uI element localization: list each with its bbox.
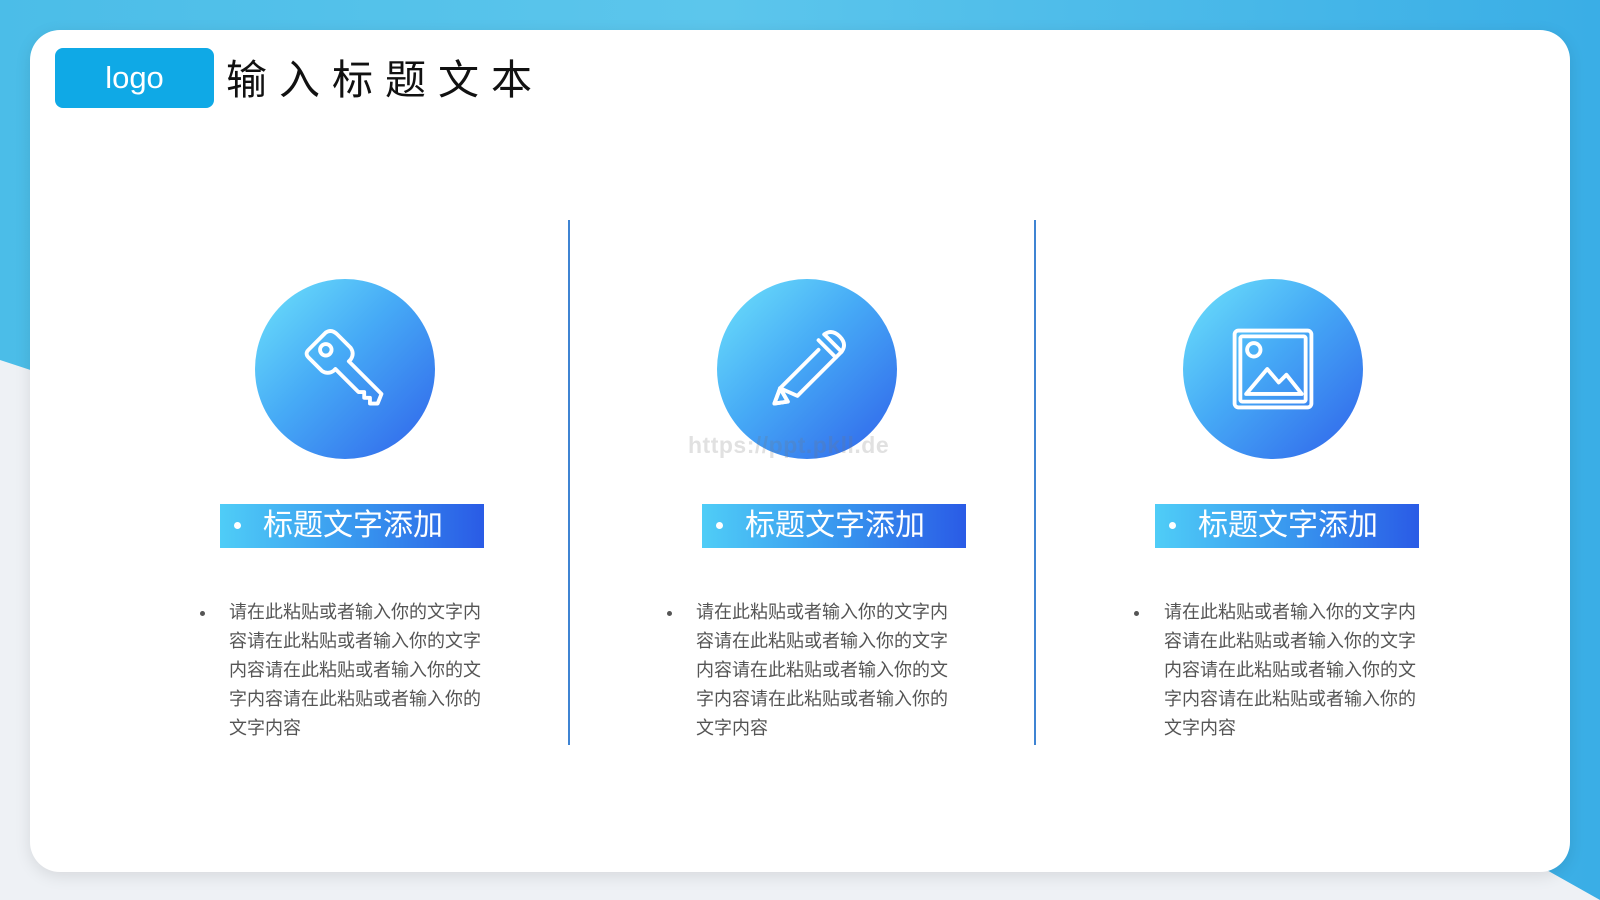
image-icon [1232, 328, 1314, 410]
key-icon [304, 329, 384, 406]
tag-label: 标题文字添加 [1198, 508, 1378, 543]
body-text-2: 请在此粘贴或者输入你的文字内容请在此粘贴或者输入你的文字内容请在此粘贴或者输入你… [696, 602, 948, 739]
page-title: 输入标题文本 [226, 56, 544, 104]
body-bullet-dot [200, 611, 205, 616]
tag-bullet-dot [234, 522, 241, 529]
tag-bullet-dot [716, 522, 723, 529]
logo-text: logo [105, 60, 164, 95]
tag-title-3: 标题文字添加 [1155, 504, 1419, 548]
body-bullet-dot [1134, 611, 1139, 616]
tag-title-2: 标题文字添加 [702, 504, 966, 548]
image-icon-circle [1183, 279, 1363, 459]
key-icon-circle [255, 279, 435, 459]
body-text-1: 请在此粘贴或者输入你的文字内容请在此粘贴或者输入你的文字内容请在此粘贴或者输入你… [229, 602, 481, 739]
tag-bullet-dot [1169, 522, 1176, 529]
column-divider-2 [1034, 220, 1036, 745]
pencil-icon [772, 330, 846, 406]
tag-title-1: 标题文字添加 [220, 504, 484, 548]
body-bullet-dot [667, 611, 672, 616]
tag-label: 标题文字添加 [263, 508, 443, 543]
tag-label: 标题文字添加 [745, 508, 925, 543]
column-divider-1 [568, 220, 570, 745]
logo-badge: logo [55, 48, 214, 108]
body-text-3: 请在此粘贴或者输入你的文字内容请在此粘贴或者输入你的文字内容请在此粘贴或者输入你… [1164, 602, 1416, 739]
watermark: https://ppt.pkll.de [688, 432, 890, 458]
